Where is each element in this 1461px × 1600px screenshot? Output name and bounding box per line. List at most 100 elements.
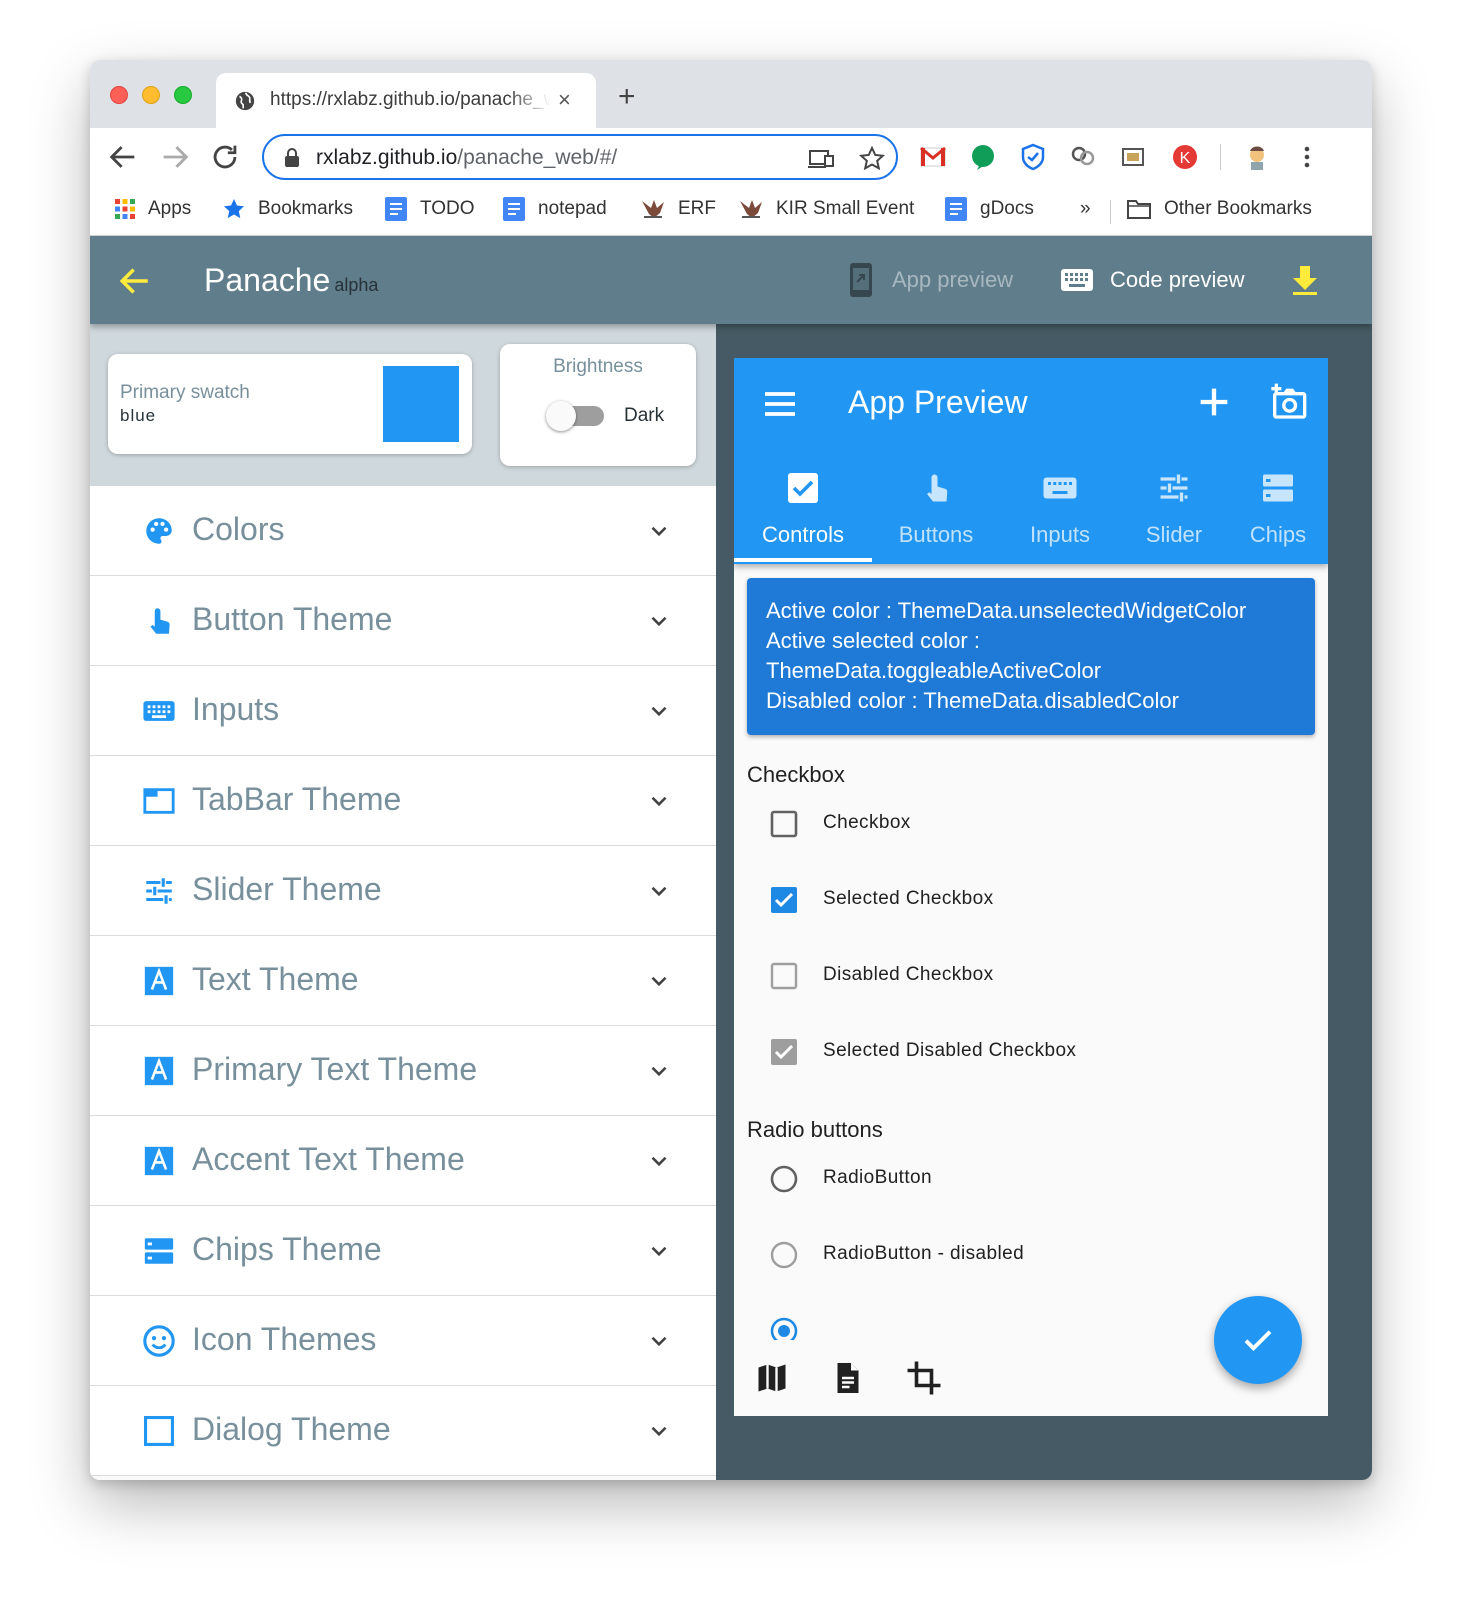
checkbox-unchecked[interactable] bbox=[770, 810, 798, 838]
chevron-down-icon[interactable] bbox=[646, 1148, 672, 1174]
text-icon bbox=[144, 1146, 174, 1176]
add-icon[interactable] bbox=[1194, 382, 1234, 422]
chevron-down-icon[interactable] bbox=[646, 698, 672, 724]
tab-close-icon[interactable]: × bbox=[558, 89, 571, 111]
bookmarks-overflow-button[interactable]: » bbox=[1080, 194, 1091, 224]
preview-panel: App Preview Controls Buttons Inputs Slid… bbox=[716, 324, 1372, 1480]
back-icon[interactable] bbox=[106, 140, 140, 174]
section-button-theme[interactable]: Button Theme bbox=[90, 576, 716, 666]
reader-extension-icon[interactable] bbox=[1118, 142, 1148, 172]
preview-tab-inputs[interactable]: Inputs bbox=[1000, 462, 1120, 564]
chevron-down-icon[interactable] bbox=[646, 1328, 672, 1354]
section-slider-theme[interactable]: Slider Theme bbox=[90, 846, 716, 936]
bookmark-bookmarks[interactable]: Bookmarks bbox=[222, 194, 353, 224]
primary-swatch-selector[interactable]: Primary swatch blue bbox=[108, 354, 472, 454]
forward-icon[interactable] bbox=[158, 140, 192, 174]
preview-tab-controls[interactable]: Controls bbox=[734, 462, 872, 564]
check-icon bbox=[1244, 1330, 1272, 1352]
bookmark-erf[interactable]: ERF bbox=[640, 194, 716, 224]
section-accent-text-theme[interactable]: Accent Text Theme bbox=[90, 1116, 716, 1206]
section-text-theme[interactable]: Text Theme bbox=[90, 936, 716, 1026]
bird-logo-icon bbox=[642, 200, 664, 218]
browser-tab[interactable]: https://rxlabz.github.io/panache_web/#/ … bbox=[216, 73, 596, 128]
profile-k-icon[interactable]: K bbox=[1170, 142, 1200, 172]
toolbar-divider bbox=[1220, 144, 1221, 170]
keyboard-icon bbox=[143, 701, 175, 721]
menu-dots-icon[interactable] bbox=[1292, 142, 1322, 172]
chat-bubble-icon[interactable] bbox=[968, 142, 998, 172]
panache-app-bar: Panache alpha App preview Code preview bbox=[90, 236, 1372, 324]
section-tabbar-theme[interactable]: TabBar Theme bbox=[90, 756, 716, 846]
section-icon-themes[interactable]: Icon Themes bbox=[90, 1296, 716, 1386]
chevron-down-icon[interactable] bbox=[646, 1238, 672, 1264]
radio-unselected[interactable] bbox=[770, 1165, 798, 1193]
theme-sections-list: Colors Button Theme Inputs TabBar Theme … bbox=[90, 486, 716, 1476]
cast-device-icon[interactable] bbox=[808, 145, 836, 173]
new-tab-button[interactable]: + bbox=[618, 82, 636, 112]
bookmark-todo[interactable]: TODO bbox=[384, 194, 475, 224]
app-preview-button[interactable]: App preview bbox=[848, 262, 1013, 298]
checkbox-checked-disabled bbox=[771, 1039, 797, 1065]
confirm-fab[interactable] bbox=[1214, 1296, 1302, 1384]
crop-icon[interactable] bbox=[906, 1360, 942, 1396]
maximize-window-button[interactable] bbox=[174, 86, 192, 104]
chevron-down-icon[interactable] bbox=[646, 1418, 672, 1444]
tab-icon bbox=[143, 788, 175, 814]
minimize-window-button[interactable] bbox=[142, 86, 160, 104]
theme-editor-panel: Primary swatch blue Brightness Dark Colo… bbox=[90, 324, 716, 1480]
section-primary-text-theme[interactable]: Primary Text Theme bbox=[90, 1026, 716, 1116]
checkbox-checked[interactable] bbox=[770, 886, 798, 914]
address-bar[interactable]: rxlabz.github.io/panache_web/#/ bbox=[262, 134, 898, 180]
bookmark-gdocs[interactable]: gDocs bbox=[944, 194, 1034, 224]
preview-tab-buttons[interactable]: Buttons bbox=[872, 462, 1000, 564]
bookmarks-bar: Apps Bookmarks TODO notepad ERF KIR Smal… bbox=[90, 186, 1372, 236]
preview-tab-chips[interactable]: Chips bbox=[1228, 462, 1328, 564]
download-icon[interactable] bbox=[1290, 264, 1320, 296]
back-arrow-icon[interactable] bbox=[118, 264, 152, 298]
reload-icon[interactable] bbox=[208, 140, 242, 174]
chevron-down-icon[interactable] bbox=[646, 968, 672, 994]
bookmark-kir-small-event[interactable]: KIR Small Event bbox=[738, 194, 914, 224]
chevron-down-icon[interactable] bbox=[646, 878, 672, 904]
chevron-down-icon[interactable] bbox=[646, 518, 672, 544]
hamburger-menu-icon[interactable] bbox=[760, 384, 800, 424]
chips-icon bbox=[1263, 474, 1293, 502]
chevron-down-icon[interactable] bbox=[646, 1058, 672, 1084]
bookmark-other-bookmarks[interactable]: Other Bookmarks bbox=[1126, 194, 1312, 224]
document-icon[interactable] bbox=[830, 1360, 866, 1396]
text-icon bbox=[144, 966, 174, 996]
docs-icon bbox=[503, 197, 525, 221]
checkbox-section-title: Checkbox bbox=[747, 762, 845, 787]
section-inputs[interactable]: Inputs bbox=[90, 666, 716, 756]
preview-app-bar: App Preview Controls Buttons Inputs Slid… bbox=[734, 358, 1328, 564]
close-window-button[interactable] bbox=[110, 86, 128, 104]
chevron-down-icon[interactable] bbox=[646, 788, 672, 814]
dialog-icon bbox=[143, 1415, 175, 1447]
add-photo-icon[interactable] bbox=[1268, 382, 1308, 422]
bookmark-apps[interactable]: Apps bbox=[114, 194, 191, 224]
search-extension-icon[interactable] bbox=[1068, 142, 1098, 172]
swatch-header: Primary swatch blue Brightness Dark bbox=[90, 324, 716, 486]
bookmark-star-icon[interactable] bbox=[858, 145, 886, 173]
map-icon[interactable] bbox=[754, 1360, 790, 1396]
app-title: Panache alpha bbox=[204, 262, 379, 298]
preview-tab-slider[interactable]: Slider bbox=[1120, 462, 1228, 564]
folder-icon bbox=[1127, 200, 1151, 219]
shield-extension-icon[interactable] bbox=[1018, 142, 1048, 172]
code-preview-button[interactable]: Code preview bbox=[1060, 262, 1245, 298]
tune-icon bbox=[146, 878, 172, 904]
text-icon bbox=[144, 1056, 174, 1086]
section-colors[interactable]: Colors bbox=[90, 486, 716, 576]
chevron-down-icon[interactable] bbox=[646, 608, 672, 634]
brightness-switch-thumb[interactable] bbox=[546, 401, 576, 431]
tab-title: https://rxlabz.github.io/panache_web/#/ bbox=[270, 89, 550, 110]
section-chips-theme[interactable]: Chips Theme bbox=[90, 1206, 716, 1296]
touch-app-icon bbox=[150, 608, 170, 634]
bookmark-notepad[interactable]: notepad bbox=[502, 194, 607, 224]
tune-icon bbox=[1160, 474, 1188, 502]
section-dialog-theme[interactable]: Dialog Theme bbox=[90, 1386, 716, 1476]
gmail-icon[interactable] bbox=[918, 142, 948, 172]
keyboard-icon bbox=[1061, 269, 1093, 291]
avatar[interactable] bbox=[1242, 142, 1272, 172]
bookmarks-divider bbox=[1110, 200, 1111, 224]
